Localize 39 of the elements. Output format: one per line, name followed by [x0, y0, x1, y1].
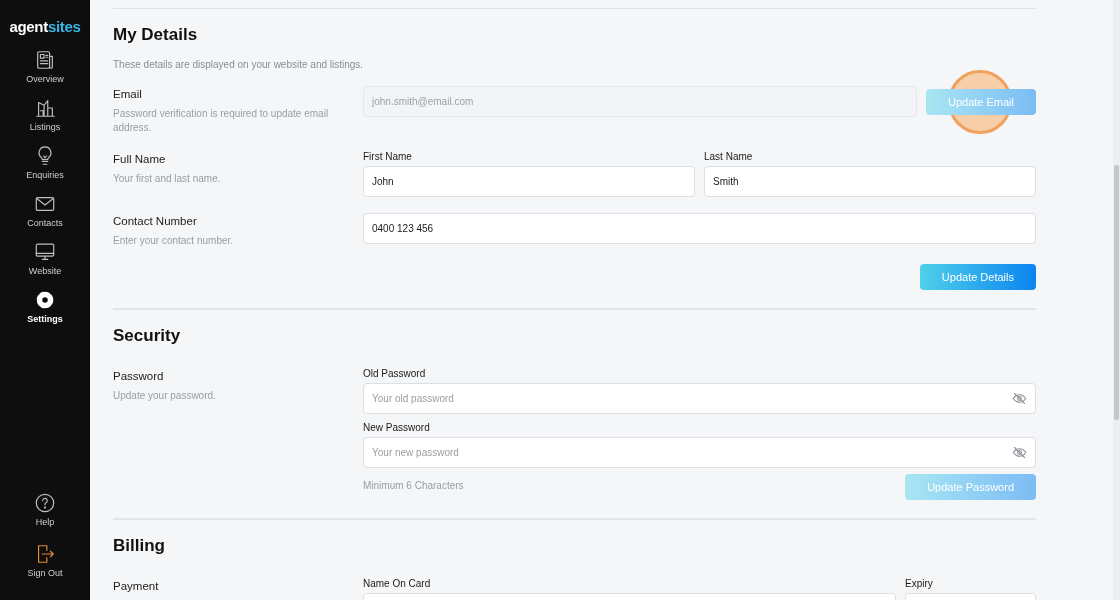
section-title: Billing [113, 536, 166, 556]
nav-item[interactable]: Contacts [10, 191, 80, 230]
input-field[interactable]: 0400 123 456 [363, 213, 1036, 244]
field-hint: Password verification is required to update email address. [113, 107, 330, 135]
monitor-icon [34, 241, 56, 263]
section-subtitle: These details are displayed on your website and listings. [113, 59, 365, 70]
buildings-icon [34, 97, 56, 119]
field-label: Full Name [113, 153, 167, 165]
input-label: Old Password [363, 368, 427, 379]
field-hint: Your first and last name. [113, 172, 222, 186]
field-label: Contact Number [113, 215, 198, 227]
nav-item[interactable]: Sign Out [10, 541, 80, 580]
scrollbar-thumb[interactable] [1114, 165, 1119, 420]
nav-item[interactable]: Settings [10, 287, 80, 326]
help-icon [34, 492, 56, 514]
logo: agentsites [9, 18, 81, 35]
newspaper-icon [34, 49, 56, 71]
input-field[interactable]: Smith [704, 166, 1036, 197]
field-hint: Enter your contact number. [113, 234, 235, 248]
section-title: My Details [113, 25, 199, 45]
field-label: Email [113, 88, 143, 100]
input-label: New Password [363, 422, 431, 433]
input-label: Expiry [905, 578, 934, 589]
input-field[interactable]: John [363, 166, 695, 197]
section-title: Security [113, 326, 182, 346]
field-hint: Update your password. [113, 389, 217, 403]
field-label: Payment [113, 580, 160, 592]
eye-slash-icon[interactable] [1012, 391, 1027, 406]
input-label: Name On Card [363, 578, 432, 589]
input-label: Last Name [704, 151, 754, 162]
helper-text: Minimum 6 Characters [363, 480, 464, 491]
nav-item[interactable]: Help [10, 490, 80, 529]
eye-slash-icon[interactable] [1012, 445, 1027, 460]
nav-item[interactable]: Listings [10, 95, 80, 134]
input-label: First Name [363, 151, 413, 162]
field-label: Password [113, 370, 165, 382]
nav-item[interactable]: Enquiries [10, 143, 80, 182]
nav-item[interactable]: Overview [10, 47, 80, 86]
nav-item[interactable]: Website [10, 239, 80, 278]
